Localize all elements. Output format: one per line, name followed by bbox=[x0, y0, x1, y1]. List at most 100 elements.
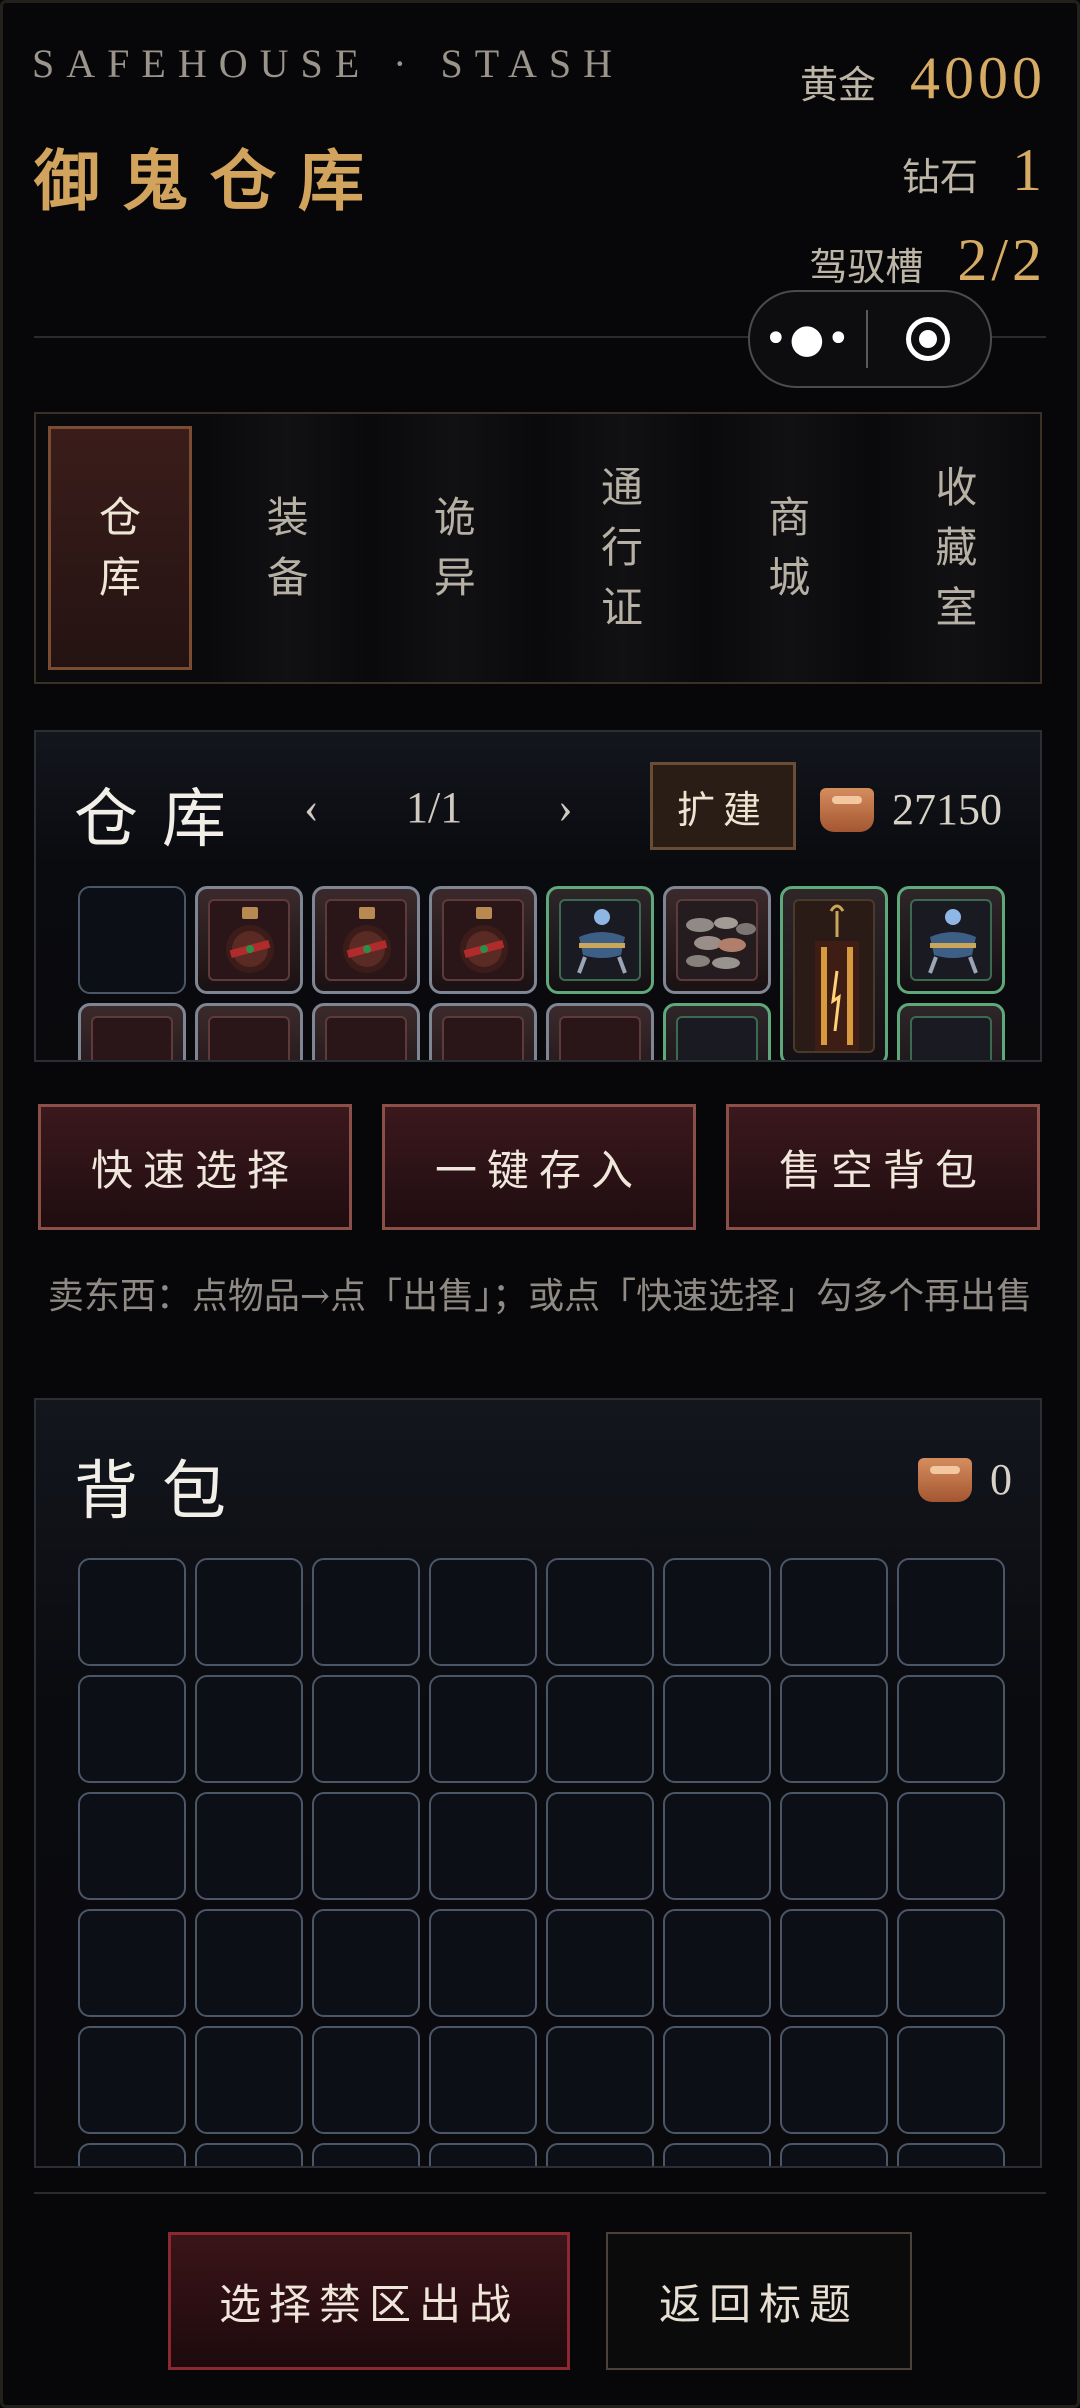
stash-item[interactable] bbox=[429, 1003, 537, 1060]
stone-pile-icon bbox=[686, 917, 756, 969]
backpack-slot[interactable] bbox=[897, 1558, 1005, 1666]
backpack-slot[interactable] bbox=[312, 1558, 420, 1666]
backpack-slot[interactable] bbox=[312, 1792, 420, 1900]
backpack-slot[interactable] bbox=[78, 1909, 186, 2017]
tab-shop[interactable]: 商城 bbox=[705, 414, 873, 682]
slot-label: 驾驭槽 bbox=[809, 245, 924, 289]
stash-item[interactable] bbox=[312, 886, 420, 994]
backpack-slot[interactable] bbox=[429, 1909, 537, 2017]
warehouse-title: 仓库 bbox=[74, 783, 250, 857]
diamond-value: 1 bbox=[1012, 137, 1046, 203]
backpack-slot[interactable] bbox=[195, 2026, 303, 2134]
backpack-slot[interactable] bbox=[897, 2143, 1005, 2166]
backpack-slot[interactable] bbox=[780, 1558, 888, 1666]
backpack-slot[interactable] bbox=[546, 1909, 654, 2017]
backpack-slot[interactable] bbox=[780, 1909, 888, 2017]
back-to-title-button[interactable]: 返回标题 bbox=[606, 2232, 912, 2370]
tab-pass[interactable]: 通行证 bbox=[538, 414, 706, 682]
stash-item[interactable] bbox=[897, 886, 1005, 994]
stash-item[interactable] bbox=[195, 886, 303, 994]
backpack-slot[interactable] bbox=[429, 2143, 537, 2166]
mini-program-capsule: •●• bbox=[748, 290, 992, 388]
stash-item[interactable] bbox=[78, 1003, 186, 1060]
backpack-slot[interactable] bbox=[897, 2026, 1005, 2134]
copper-coin-icon bbox=[820, 787, 874, 832]
sell-bag-button[interactable]: 售空背包 bbox=[726, 1104, 1040, 1230]
backpack-slot[interactable] bbox=[546, 1792, 654, 1900]
backpack-slot[interactable] bbox=[663, 1558, 771, 1666]
footer-divider bbox=[34, 2192, 1046, 2194]
backpack-slot[interactable] bbox=[429, 1558, 537, 1666]
incense-burner-icon bbox=[577, 909, 627, 974]
prev-page-button[interactable]: ‹ bbox=[304, 782, 319, 833]
backpack-slot[interactable] bbox=[429, 1792, 537, 1900]
backpack-slot[interactable] bbox=[897, 1792, 1005, 1900]
backpack-slot[interactable] bbox=[78, 1675, 186, 1783]
backpack-slot[interactable] bbox=[429, 2026, 537, 2134]
backpack-slot[interactable] bbox=[546, 2026, 654, 2134]
tab-ghosts[interactable]: 诡异 bbox=[371, 414, 539, 682]
backpack-slot[interactable] bbox=[546, 1675, 654, 1783]
target-circle-icon[interactable] bbox=[868, 317, 988, 361]
stash-item[interactable] bbox=[663, 1003, 771, 1060]
backpack-coin: 0 bbox=[918, 1454, 1012, 1505]
backpack-slot[interactable] bbox=[780, 2143, 888, 2166]
potion-jar-icon bbox=[460, 907, 508, 973]
diamond-label: 钻石 bbox=[901, 155, 978, 199]
stash-item-tall[interactable] bbox=[780, 886, 888, 1060]
backpack-slot[interactable] bbox=[546, 1558, 654, 1666]
backpack-slot[interactable] bbox=[78, 1558, 186, 1666]
backpack-slot[interactable] bbox=[780, 1792, 888, 1900]
quick-select-button[interactable]: 快速选择 bbox=[38, 1104, 352, 1230]
next-page-button[interactable]: › bbox=[558, 782, 573, 833]
tab-label: 通行证 bbox=[600, 463, 643, 632]
backpack-slot[interactable] bbox=[780, 2026, 888, 2134]
store-all-button[interactable]: 一键存入 bbox=[382, 1104, 696, 1230]
stash-item[interactable] bbox=[546, 1003, 654, 1060]
tab-label: 收藏室 bbox=[935, 463, 978, 632]
page-title: 御鬼仓库 bbox=[34, 142, 386, 220]
tab-label: 仓库 bbox=[98, 493, 141, 602]
incense-burner-icon bbox=[928, 909, 978, 974]
tab-equipment[interactable]: 装备 bbox=[204, 414, 372, 682]
stash-slot-empty[interactable] bbox=[78, 886, 186, 994]
backpack-slot[interactable] bbox=[312, 1909, 420, 2017]
slot-value: 2/2 bbox=[957, 227, 1046, 293]
backpack-slot[interactable] bbox=[429, 1675, 537, 1783]
page-subtitle: SAFEHOUSE · STASH bbox=[32, 41, 624, 86]
backpack-slot[interactable] bbox=[546, 2143, 654, 2166]
tab-warehouse[interactable]: 仓库 bbox=[48, 426, 192, 670]
stash-item[interactable] bbox=[897, 1003, 1005, 1060]
stash-item[interactable] bbox=[312, 1003, 420, 1060]
backpack-slot[interactable] bbox=[780, 1675, 888, 1783]
stash-item[interactable] bbox=[546, 886, 654, 994]
backpack-slot[interactable] bbox=[312, 1675, 420, 1783]
stash-item[interactable] bbox=[429, 886, 537, 994]
backpack-slot[interactable] bbox=[78, 2143, 186, 2166]
stash-item[interactable] bbox=[663, 886, 771, 994]
backpack-slot[interactable] bbox=[195, 1909, 303, 2017]
backpack-slot[interactable] bbox=[663, 2143, 771, 2166]
stash-item[interactable] bbox=[195, 1003, 303, 1060]
backpack-slot[interactable] bbox=[663, 1675, 771, 1783]
backpack-slot[interactable] bbox=[663, 2026, 771, 2134]
backpack-slot[interactable] bbox=[897, 1909, 1005, 2017]
more-dots-icon[interactable]: •●• bbox=[750, 292, 866, 386]
backpack-slot[interactable] bbox=[195, 1675, 303, 1783]
backpack-slot[interactable] bbox=[312, 2143, 420, 2166]
potion-jar-icon bbox=[343, 907, 391, 973]
backpack-slot[interactable] bbox=[195, 1558, 303, 1666]
backpack-slot[interactable] bbox=[195, 2143, 303, 2166]
warehouse-coin-value: 27150 bbox=[892, 785, 1002, 834]
backpack-slot[interactable] bbox=[897, 1675, 1005, 1783]
backpack-slot[interactable] bbox=[78, 2026, 186, 2134]
expand-button[interactable]: 扩建 bbox=[650, 762, 796, 850]
backpack-slot[interactable] bbox=[663, 1792, 771, 1900]
tab-collection[interactable]: 收藏室 bbox=[872, 414, 1041, 682]
tab-label: 装备 bbox=[266, 493, 309, 602]
deploy-button[interactable]: 选择禁区出战 bbox=[168, 2232, 570, 2370]
backpack-slot[interactable] bbox=[195, 1792, 303, 1900]
backpack-slot[interactable] bbox=[663, 1909, 771, 2017]
backpack-slot[interactable] bbox=[78, 1792, 186, 1900]
backpack-slot[interactable] bbox=[312, 2026, 420, 2134]
